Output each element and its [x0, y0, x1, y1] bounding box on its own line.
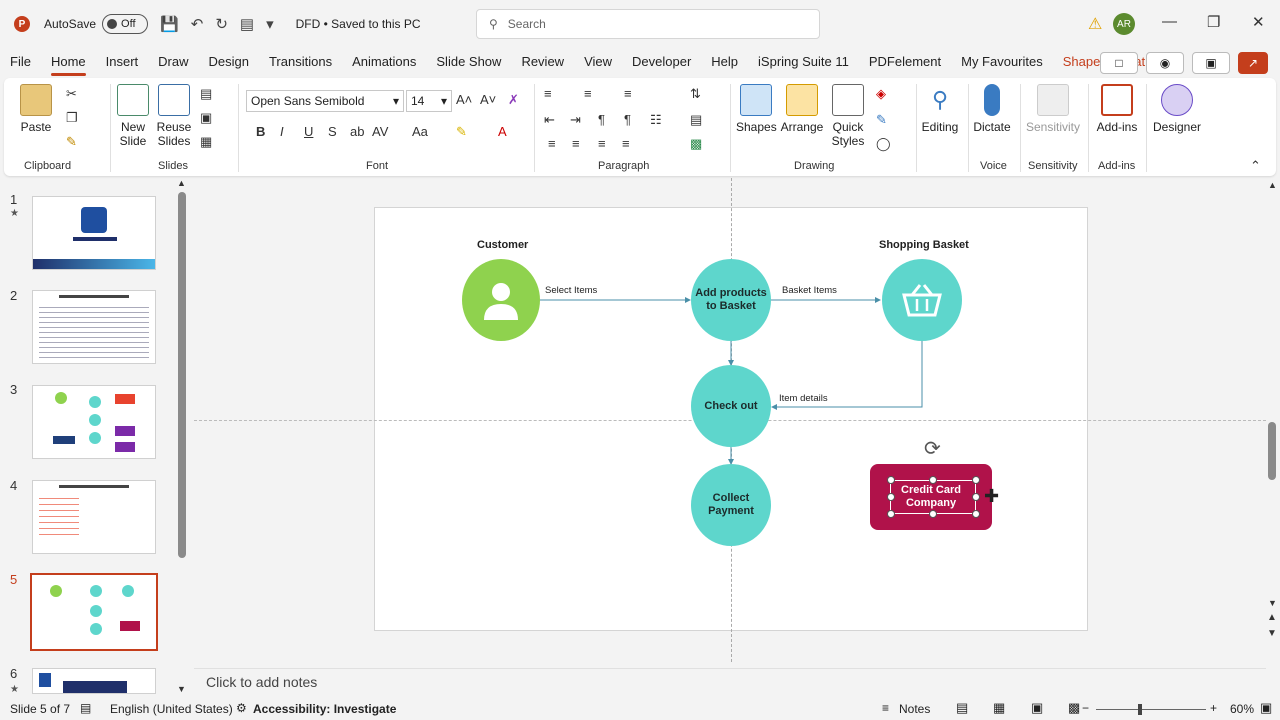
- basket-items-label[interactable]: Basket Items: [782, 285, 837, 296]
- add-products-node[interactable]: Add products to Basket: [691, 259, 771, 341]
- check-out-node[interactable]: Check out: [691, 365, 771, 447]
- resize-handle[interactable]: [972, 510, 980, 518]
- canvas-scrollbar[interactable]: [1268, 422, 1276, 480]
- add-products-text: Add products to Basket: [695, 287, 767, 312]
- resize-handle[interactable]: [972, 476, 980, 484]
- language-status[interactable]: English (United States): [110, 702, 233, 716]
- cursor-pointer-icon: ✚: [984, 486, 1000, 506]
- select-items-label[interactable]: Select Items: [545, 285, 597, 296]
- notes-pane[interactable]: Click to add notes: [194, 668, 1266, 696]
- connector-layer: [540, 297, 923, 465]
- zoom-out-icon[interactable]: −: [1082, 701, 1089, 715]
- shopping-basket-node[interactable]: [882, 259, 962, 341]
- resize-handle[interactable]: [887, 510, 895, 518]
- scroll-down-icon[interactable]: ▼: [1268, 598, 1277, 608]
- shopping-basket-label[interactable]: Shopping Basket: [879, 239, 969, 251]
- check-out-text: Check out: [704, 399, 758, 412]
- person-icon: [484, 283, 518, 320]
- item-details-label[interactable]: Item details: [779, 393, 828, 404]
- accessibility-icon: ⚙: [236, 701, 247, 715]
- reading-view-icon[interactable]: ▣: [1031, 700, 1043, 716]
- notes-page-icon[interactable]: ▤: [80, 701, 91, 715]
- rotate-handle-icon[interactable]: ⟳: [924, 436, 941, 461]
- resize-handle[interactable]: [929, 510, 937, 518]
- normal-view-icon[interactable]: ▤: [956, 700, 968, 716]
- previous-slide-icon[interactable]: ▲: [1267, 612, 1277, 623]
- slideshow-view-icon[interactable]: ▩: [1068, 700, 1080, 716]
- collect-payment-text: Collect Payment: [708, 492, 754, 517]
- resize-handle[interactable]: [929, 476, 937, 484]
- slide-counter: Slide 5 of 7: [10, 702, 71, 716]
- scroll-up-icon[interactable]: ▲: [1268, 180, 1277, 190]
- collect-payment-node[interactable]: Collect Payment: [691, 464, 771, 546]
- notes-placeholder: Click to add notes: [206, 674, 318, 690]
- resize-handle[interactable]: [972, 493, 980, 501]
- zoom-level[interactable]: 60%: [1230, 702, 1254, 716]
- notes-button[interactable]: Notes: [899, 702, 930, 716]
- customer-label[interactable]: Customer: [477, 239, 528, 251]
- basket-icon: [902, 284, 942, 317]
- zoom-slider[interactable]: [1096, 709, 1206, 710]
- notes-toggle-icon: ≡: [882, 701, 890, 715]
- customer-node[interactable]: [462, 259, 540, 341]
- zoom-slider-thumb[interactable]: [1138, 704, 1142, 715]
- next-slide-icon[interactable]: ▼: [1267, 628, 1277, 639]
- resize-handle[interactable]: [887, 476, 895, 484]
- resize-handle[interactable]: [887, 493, 895, 501]
- text-selection-box: [890, 480, 976, 514]
- fit-to-window-icon[interactable]: ▣: [1260, 700, 1272, 716]
- slide-sorter-icon[interactable]: ▦: [993, 700, 1005, 716]
- zoom-in-icon[interactable]: +: [1210, 701, 1217, 715]
- accessibility-status[interactable]: Accessibility: Investigate: [253, 702, 396, 716]
